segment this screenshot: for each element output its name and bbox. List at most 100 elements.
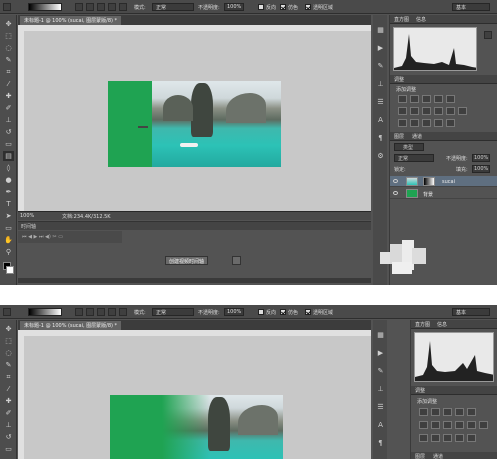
document-tab[interactable]: 未标题-1 @ 100% (sucai, 图层蒙版/8) * (20, 321, 122, 330)
quick-select-tool-icon[interactable]: ✎ (3, 55, 14, 65)
color-balance-icon[interactable] (410, 107, 419, 115)
layer-row-sucai[interactable]: sucai (390, 176, 497, 187)
color-balance-icon[interactable] (431, 421, 440, 429)
histogram-refresh-icon[interactable] (484, 31, 492, 39)
clone-panel-icon[interactable]: ⊥ (375, 384, 386, 394)
tab-histogram[interactable]: 直方图 (394, 16, 409, 23)
tab-channels[interactable]: 通道 (433, 453, 443, 459)
tab-adjustments[interactable]: 调整 (415, 387, 425, 394)
vibrance-adjustment-icon[interactable] (467, 408, 476, 416)
brightness-adjustment-icon[interactable] (419, 408, 428, 416)
mode-select[interactable]: 正常 (152, 3, 194, 11)
gradient-tool-icon[interactable]: ▤ (3, 151, 14, 161)
black-white-icon[interactable] (422, 107, 431, 115)
reverse-checkbox[interactable] (258, 309, 264, 315)
dodge-tool-icon[interactable]: ● (3, 175, 14, 185)
stamp-tool-icon[interactable]: ⊥ (3, 420, 14, 430)
invert-icon[interactable] (419, 434, 428, 442)
transparency-checkbox[interactable] (305, 309, 311, 315)
reflected-gradient-button[interactable] (108, 308, 116, 316)
tool-presets-icon[interactable]: ⚙ (375, 151, 386, 161)
move-tool-icon[interactable]: ✥ (3, 19, 14, 29)
layer-opacity-input[interactable]: 100% (472, 154, 490, 162)
opacity-input[interactable]: 100% (224, 308, 244, 316)
linear-gradient-button[interactable] (75, 308, 83, 316)
reverse-checkbox[interactable] (258, 4, 264, 10)
lasso-tool-icon[interactable]: ◌ (3, 348, 14, 358)
crop-tool-icon[interactable]: ⌗ (3, 372, 14, 382)
properties-panel-icon[interactable]: ☰ (375, 97, 386, 107)
history-panel-icon[interactable]: ▦ (375, 25, 386, 35)
transparency-checkbox[interactable] (305, 4, 311, 10)
properties-panel-icon[interactable]: ☰ (375, 402, 386, 412)
levels-adjustment-icon[interactable] (410, 95, 419, 103)
character-panel-icon[interactable]: A (375, 420, 386, 430)
hue-adjustment-icon[interactable] (398, 107, 407, 115)
diamond-gradient-button[interactable] (119, 3, 127, 11)
eyedropper-tool-icon[interactable]: ⁄ (3, 384, 14, 394)
document-tab[interactable]: 未标题-1 @ 100% (sucai, 图层蒙版/8) * (20, 16, 122, 25)
visibility-eye-icon[interactable] (393, 179, 398, 183)
tab-info[interactable]: 信息 (416, 16, 426, 23)
history-panel-icon[interactable]: ▦ (375, 330, 386, 340)
tab-channels[interactable]: 通道 (412, 133, 422, 140)
clone-panel-icon[interactable]: ⊥ (375, 79, 386, 89)
threshold-icon[interactable] (443, 434, 452, 442)
history-brush-icon[interactable]: ↺ (3, 127, 14, 137)
hand-tool-icon[interactable]: ✋ (3, 235, 14, 245)
lasso-tool-icon[interactable]: ◌ (3, 43, 14, 53)
eyedropper-tool-icon[interactable]: ⁄ (3, 79, 14, 89)
selective-color-icon[interactable] (467, 434, 476, 442)
gradient-map-icon[interactable] (434, 119, 443, 127)
tab-info[interactable]: 信息 (437, 321, 447, 328)
vibrance-adjustment-icon[interactable] (446, 95, 455, 103)
workspace-select[interactable]: 基本 (452, 308, 490, 316)
radial-gradient-button[interactable] (86, 308, 94, 316)
gradient-picker[interactable] (28, 3, 62, 11)
history-brush-icon[interactable]: ↺ (3, 432, 14, 442)
tab-layers[interactable]: 图层 (394, 133, 404, 140)
brightness-adjustment-icon[interactable] (398, 95, 407, 103)
marquee-tool-icon[interactable]: ⬚ (3, 336, 14, 346)
color-lookup-icon[interactable] (458, 107, 467, 115)
pen-tool-icon[interactable]: ✒ (3, 187, 14, 197)
timeline-dropdown-button[interactable] (232, 256, 241, 265)
selective-color-icon[interactable] (446, 119, 455, 127)
color-lookup-icon[interactable] (479, 421, 488, 429)
levels-adjustment-icon[interactable] (431, 408, 440, 416)
layer-fill-input[interactable]: 100% (472, 165, 490, 173)
tab-layers[interactable]: 图层 (415, 453, 425, 459)
brush-tool-icon[interactable]: ✐ (3, 103, 14, 113)
curves-adjustment-icon[interactable] (422, 95, 431, 103)
layer-row-background[interactable]: 背景 (390, 188, 497, 199)
exposure-adjustment-icon[interactable] (455, 408, 464, 416)
type-tool-icon[interactable]: T (3, 199, 14, 209)
layer-blend-mode[interactable]: 正常 (394, 154, 434, 162)
healing-tool-icon[interactable]: ✚ (3, 396, 14, 406)
black-white-icon[interactable] (443, 421, 452, 429)
gradient-tool-icon[interactable] (3, 308, 11, 316)
reflected-gradient-button[interactable] (108, 3, 116, 11)
diamond-gradient-button[interactable] (119, 308, 127, 316)
photo-filter-icon[interactable] (434, 107, 443, 115)
tab-adjustments[interactable]: 调整 (394, 76, 404, 83)
threshold-icon[interactable] (422, 119, 431, 127)
linear-gradient-button[interactable] (75, 3, 83, 11)
exposure-adjustment-icon[interactable] (434, 95, 443, 103)
tab-histogram[interactable]: 直方图 (415, 321, 430, 328)
zoom-level[interactable]: 100% (20, 213, 34, 219)
create-video-timeline-button[interactable]: 创建视频时间轴 (165, 256, 209, 265)
brush-tool-icon[interactable]: ✐ (3, 408, 14, 418)
photo-filter-icon[interactable] (455, 421, 464, 429)
posterize-icon[interactable] (410, 119, 419, 127)
shape-tool-icon[interactable]: ▭ (3, 223, 14, 233)
path-select-tool-icon[interactable]: ➤ (3, 211, 14, 221)
actions-panel-icon[interactable]: ▶ (375, 43, 386, 53)
workspace-select[interactable]: 基本 (452, 3, 490, 11)
eraser-tool-icon[interactable]: ▭ (3, 444, 14, 454)
background-color-swatch[interactable] (6, 266, 14, 274)
move-tool-icon[interactable]: ✥ (3, 324, 14, 334)
blur-tool-icon[interactable]: ◊ (3, 163, 14, 173)
actions-panel-icon[interactable]: ▶ (375, 348, 386, 358)
stamp-tool-icon[interactable]: ⊥ (3, 115, 14, 125)
